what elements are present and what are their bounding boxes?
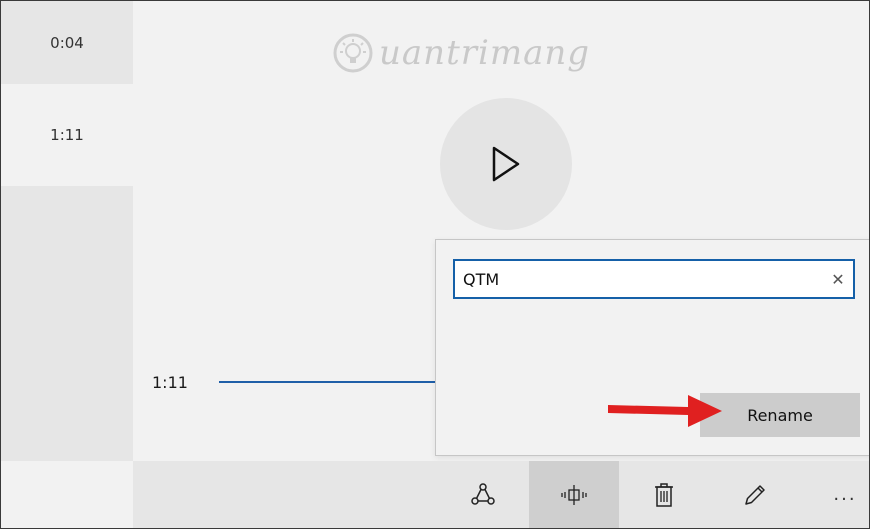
delete-icon [655, 482, 673, 507]
bottom-toolbar: ... [133, 461, 869, 528]
recordings-list: 0:04 1:11 [1, 1, 133, 461]
name-field[interactable]: ✕ [453, 259, 855, 299]
watermark-text: uantrimang [379, 33, 591, 73]
share-button[interactable] [438, 461, 528, 528]
play-icon [492, 146, 520, 182]
name-input[interactable] [455, 264, 823, 294]
recording-item-selected[interactable]: 1:11 [1, 84, 133, 186]
trim-button[interactable] [529, 461, 619, 528]
more-icon: ... [833, 484, 857, 505]
voice-recorder-window: 0:04 1:11 uantrimang 1:11 ✕ Rename [0, 0, 870, 529]
rename-pencil-button[interactable] [710, 461, 800, 528]
watermark: uantrimang [331, 31, 590, 75]
recording-duration: 1:11 [50, 126, 84, 144]
recording-duration: 0:04 [50, 33, 84, 52]
trim-icon [561, 484, 587, 505]
watermark-logo [333, 33, 373, 73]
delete-button[interactable] [619, 461, 709, 528]
more-button[interactable]: ... [800, 461, 869, 528]
red-arrow-annotation [608, 395, 722, 427]
current-time: 1:11 [152, 373, 188, 392]
recording-item[interactable]: 0:04 [1, 1, 133, 84]
share-icon [471, 482, 495, 505]
close-icon[interactable]: ✕ [823, 264, 853, 294]
play-button[interactable] [440, 98, 572, 230]
timeline-progress[interactable] [219, 381, 439, 383]
pencil-icon [745, 484, 765, 505]
